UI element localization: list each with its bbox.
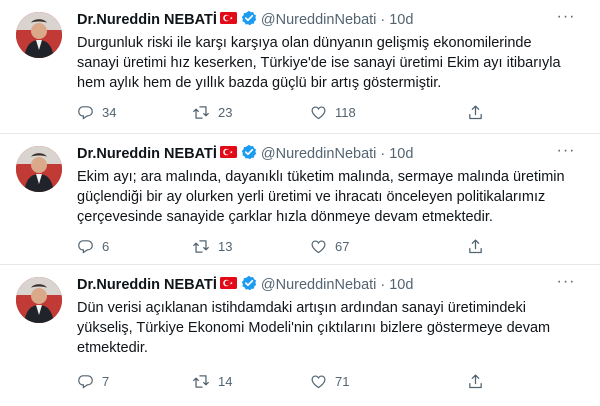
author-name[interactable]: Dr.Nureddin NEBATİ [77, 146, 217, 162]
verified-badge-icon [241, 144, 257, 164]
tweet-thread: Dr.Nureddin NEBATİ @NureddinNebati · 10d… [0, 0, 600, 406]
retweet-icon [193, 105, 209, 119]
reply-count: 6 [102, 238, 110, 254]
timestamp[interactable]: 10d [389, 12, 413, 28]
avatar[interactable] [16, 12, 62, 58]
verified-badge-icon [241, 10, 257, 30]
tweet[interactable]: Dr.Nureddin NEBATİ @NureddinNebati · 10d… [0, 265, 600, 406]
tweet[interactable]: Dr.Nureddin NEBATİ @NureddinNebati · 10d… [0, 134, 600, 265]
like-button[interactable]: 67 [310, 236, 349, 256]
turkey-flag-icon [219, 146, 237, 162]
reply-icon [78, 374, 93, 389]
tweet-header: Dr.Nureddin NEBATİ @NureddinNebati · 10d [77, 275, 413, 295]
retweet-button[interactable]: 13 [192, 236, 232, 256]
tweet-header: Dr.Nureddin NEBATİ @NureddinNebati · 10d [77, 144, 413, 164]
author-handle[interactable]: @NureddinNebati [261, 12, 376, 28]
heart-icon [311, 105, 326, 119]
tweet-actions: 6 13 67 [77, 236, 517, 256]
reply-button[interactable]: 7 [77, 371, 109, 391]
more-icon[interactable]: ··· [554, 9, 578, 30]
retweet-icon [193, 374, 209, 388]
tweet[interactable]: Dr.Nureddin NEBATİ @NureddinNebati · 10d… [0, 0, 600, 134]
retweet-count: 23 [218, 104, 233, 120]
share-button[interactable] [467, 236, 492, 256]
author-name[interactable]: Dr.Nureddin NEBATİ [77, 277, 217, 293]
tweet-text: Ekim ayı; ara malında, dayanıklı tüketim… [77, 169, 565, 225]
retweet-count: 14 [218, 373, 233, 389]
like-count: 71 [335, 373, 350, 389]
author-handle[interactable]: @NureddinNebati [261, 146, 376, 162]
separator-dot: · [380, 12, 386, 28]
turkey-flag-icon [219, 277, 237, 293]
tweet-text: Durgunluk riski ile karşı karşıya olan d… [77, 35, 561, 91]
heart-icon [311, 239, 326, 253]
author-handle[interactable]: @NureddinNebati [261, 277, 376, 293]
reply-count: 7 [102, 373, 110, 389]
turkey-flag-icon [219, 12, 237, 28]
reply-icon [78, 105, 93, 120]
avatar[interactable] [16, 277, 62, 323]
share-icon [469, 373, 482, 388]
separator-dot: · [380, 146, 386, 162]
separator-dot: · [380, 277, 386, 293]
retweet-button[interactable]: 14 [192, 371, 232, 391]
tweet-actions: 34 23 118 [77, 102, 517, 122]
reply-count: 34 [102, 104, 117, 120]
share-icon [469, 104, 482, 119]
reply-button[interactable]: 34 [77, 102, 116, 122]
share-icon [469, 238, 482, 253]
reply-button[interactable]: 6 [77, 236, 109, 256]
like-button[interactable]: 71 [310, 371, 349, 391]
tweet-text: Dün verisi açıklanan istihdamdaki artışı… [77, 300, 551, 356]
share-button[interactable] [467, 102, 492, 122]
more-icon[interactable]: ··· [554, 143, 578, 164]
like-count: 67 [335, 238, 350, 254]
retweet-button[interactable]: 23 [192, 102, 232, 122]
tweet-header: Dr.Nureddin NEBATİ @NureddinNebati · 10d [77, 10, 413, 30]
reply-icon [78, 239, 93, 254]
timestamp[interactable]: 10d [389, 146, 413, 162]
like-count: 118 [335, 104, 356, 120]
like-button[interactable]: 118 [310, 102, 356, 122]
retweet-icon [193, 239, 209, 253]
avatar[interactable] [16, 146, 62, 192]
share-button[interactable] [467, 371, 492, 391]
tweet-actions: 7 14 71 [77, 371, 517, 391]
timestamp[interactable]: 10d [389, 277, 413, 293]
heart-icon [311, 374, 326, 388]
more-icon[interactable]: ··· [554, 274, 578, 295]
retweet-count: 13 [218, 238, 233, 254]
author-name[interactable]: Dr.Nureddin NEBATİ [77, 12, 217, 28]
verified-badge-icon [241, 275, 257, 295]
